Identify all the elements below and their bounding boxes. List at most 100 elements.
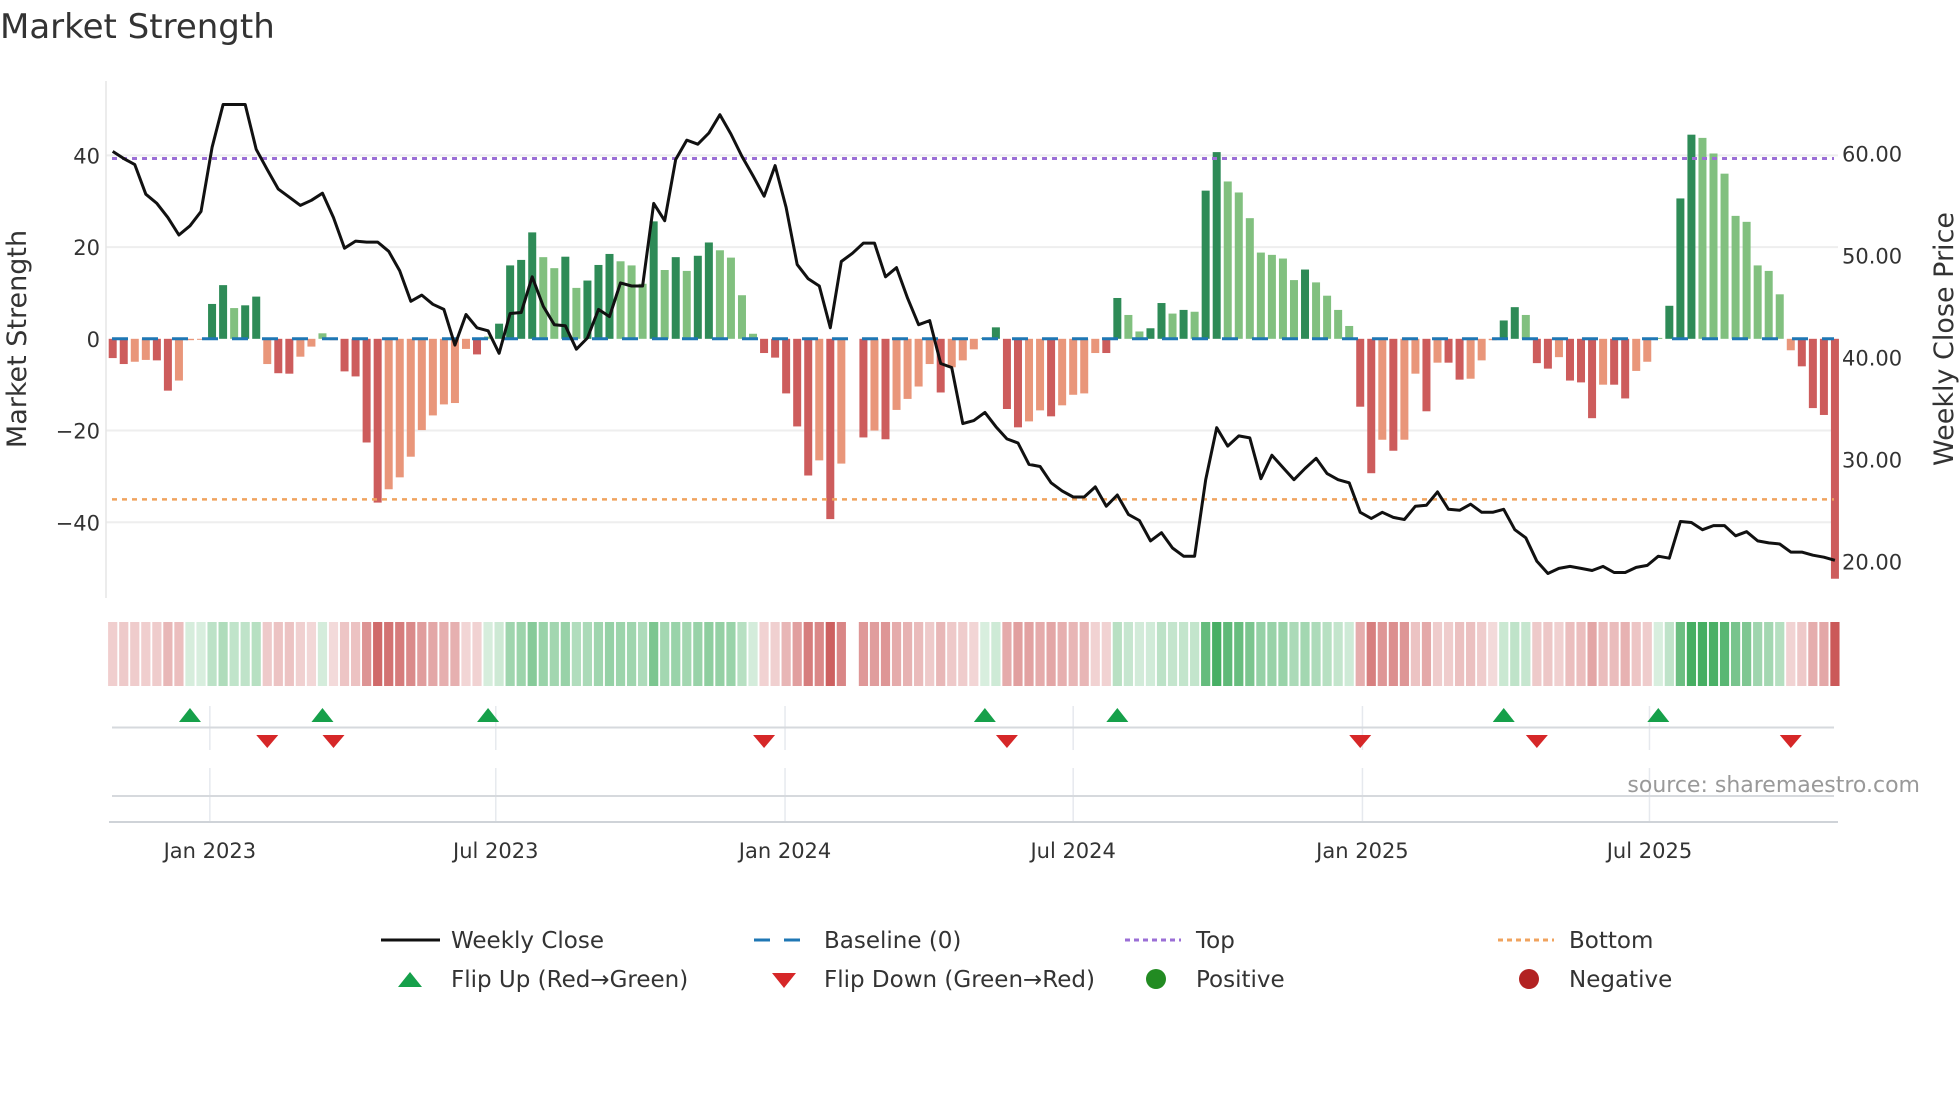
strip-cell	[362, 622, 372, 686]
strip-cell	[1510, 622, 1520, 686]
strip-cell	[947, 622, 957, 686]
strength-bar	[1179, 309, 1188, 339]
strength-bar	[1301, 269, 1310, 339]
strength-bar	[1455, 338, 1464, 380]
strength-bar	[572, 287, 581, 339]
strip-cell	[781, 622, 791, 686]
strip-cell	[1609, 622, 1619, 686]
strip-cell	[406, 622, 416, 686]
strength-bar	[737, 295, 746, 339]
y2-tick-label: 40.00	[1842, 346, 1902, 370]
y-tick-label: 20	[73, 236, 100, 260]
strip-cell	[1675, 622, 1685, 686]
strength-bar	[627, 265, 636, 339]
strength-bar	[1212, 152, 1221, 339]
strip-cell	[516, 622, 526, 686]
strength-bar	[230, 308, 239, 339]
strip-cell	[1057, 622, 1067, 686]
y2-axis-title: Weekly Close Price	[1929, 212, 1960, 466]
strength-bar	[1146, 328, 1155, 339]
strip-cell	[218, 622, 228, 686]
strength-bar	[406, 338, 415, 457]
strength-bar	[815, 338, 824, 461]
strength-bar	[1499, 320, 1508, 339]
strip-cell	[1466, 622, 1476, 686]
legend-weekly-close-label: Weekly Close	[451, 928, 604, 954]
strip-cell	[1201, 622, 1211, 686]
strip-cell	[1300, 622, 1310, 686]
strength-bar	[1588, 338, 1597, 419]
strength-bar	[1157, 303, 1166, 339]
strip-cell	[1388, 622, 1398, 686]
strip-cell	[1289, 622, 1299, 686]
strip-cell	[262, 622, 272, 686]
strength-bar	[616, 261, 625, 339]
legend-negative-label: Negative	[1569, 967, 1672, 993]
strip-cell	[1178, 622, 1189, 686]
strength-bar	[450, 338, 459, 404]
strength-bar	[1047, 338, 1056, 417]
strip-cell	[1112, 622, 1122, 686]
strip-cell	[450, 622, 460, 686]
strength-bar	[263, 338, 272, 365]
y-tick-label: 40	[73, 144, 100, 168]
strip-cell	[163, 622, 173, 686]
strength-bar	[340, 338, 349, 372]
strip-cell	[1764, 622, 1774, 686]
strip-cell	[317, 622, 328, 686]
strength-bar	[1378, 338, 1387, 440]
strip-cell	[825, 622, 835, 686]
strength-bar	[1113, 297, 1122, 339]
strip-cell	[759, 622, 769, 686]
y-tick-label: −40	[56, 511, 100, 535]
strip-cell	[1499, 622, 1509, 686]
strength-bar	[1323, 295, 1332, 339]
y2-tick-label: 60.00	[1842, 142, 1902, 166]
strip-cell	[174, 622, 184, 686]
strip-cell	[1212, 622, 1222, 686]
strength-bar	[1565, 338, 1574, 381]
strength-bar	[1433, 338, 1442, 363]
strip-cell	[991, 622, 1001, 686]
strip-cell	[1013, 622, 1023, 686]
legend-baseline-label: Baseline (0)	[824, 928, 961, 954]
strip-cell	[1797, 622, 1807, 686]
strip-cell	[582, 622, 593, 686]
strength-bar	[1698, 137, 1707, 339]
strip-cell	[505, 622, 515, 686]
strength-bar	[704, 242, 713, 339]
strength-bar	[1036, 338, 1045, 411]
strength-bar	[1091, 338, 1100, 354]
strength-bar	[1025, 338, 1034, 422]
strip-cell	[638, 622, 648, 686]
strip-cell	[1046, 622, 1056, 686]
strip-cell	[1167, 622, 1178, 686]
strength-bar	[550, 268, 559, 339]
strip-cell	[671, 622, 681, 686]
strip-cell	[1432, 622, 1443, 686]
strip-cell	[1311, 622, 1321, 686]
legend-flip-down-label: Flip Down (Green→Red)	[824, 967, 1095, 993]
strip-cell	[472, 622, 482, 686]
strip-cell	[1830, 622, 1840, 686]
flip-up-marker	[1647, 708, 1670, 722]
strip-cell	[1554, 622, 1564, 686]
strip-cell	[1079, 622, 1089, 686]
strip-cell	[869, 622, 880, 686]
strip-cell	[1101, 622, 1111, 686]
legend-top-label: Top	[1195, 928, 1235, 954]
strength-bar	[1234, 192, 1243, 339]
flip-up-marker	[1492, 708, 1515, 722]
strip-cell	[1786, 622, 1796, 686]
strength-bar	[1201, 190, 1210, 339]
strip-cell	[1808, 622, 1818, 686]
strength-bar	[1256, 252, 1265, 339]
strip-cell	[1653, 622, 1663, 686]
x-tick-label: Jul 2023	[451, 839, 538, 863]
y-axis-title: Market Strength	[2, 230, 33, 448]
strip-cell	[295, 622, 305, 686]
strength-bar	[351, 338, 360, 377]
strength-bar	[693, 255, 702, 339]
strength-bar	[1411, 338, 1420, 374]
y2-tick-label: 20.00	[1842, 550, 1902, 574]
